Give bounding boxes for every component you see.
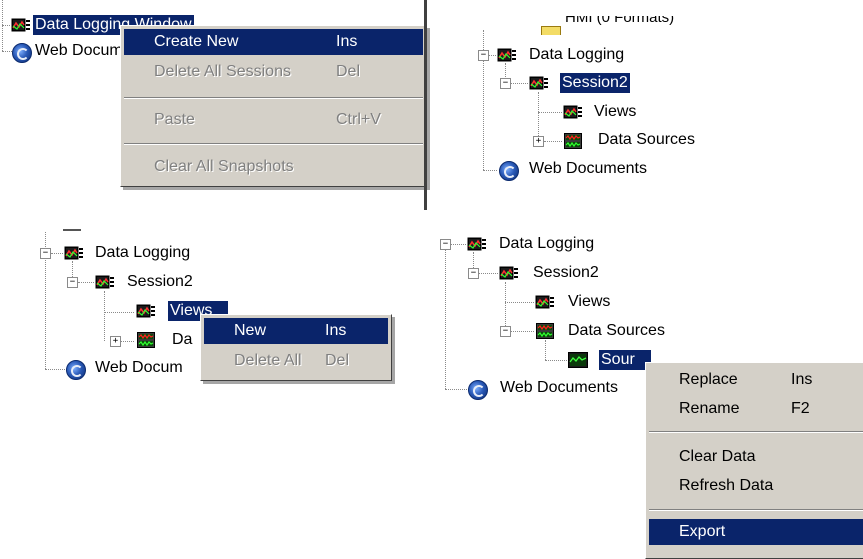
menu-item-create-new[interactable]: Create New Ins [124, 29, 423, 55]
collapse-icon[interactable]: − [468, 268, 479, 279]
menu-item-replace[interactable]: Replace Ins [649, 367, 863, 393]
tree-item-data-sources[interactable]: Da [170, 330, 194, 350]
data-logging-icon [64, 245, 84, 261]
globe-icon [499, 161, 519, 181]
collapse-icon[interactable]: − [478, 50, 489, 61]
data-logging-icon [529, 75, 549, 91]
menu-separator [649, 509, 863, 511]
folder-icon [541, 26, 561, 35]
collapse-icon[interactable]: − [440, 239, 451, 250]
menu-item-label: Replace [679, 371, 738, 388]
tree-item-web-documents[interactable]: Web Documents [498, 378, 620, 398]
tree-item-session2[interactable]: Session2 [560, 73, 630, 93]
menu-item-shortcut: Del [325, 352, 350, 369]
data-logging-icon [95, 274, 115, 290]
tree-item-session2[interactable]: Session2 [531, 263, 601, 283]
panel-divider [424, 0, 427, 210]
menu-item-clear-data[interactable]: Clear Data [649, 444, 863, 470]
tree-item-partial: HMI (0 Formats) [565, 16, 675, 26]
data-logging-icon [563, 104, 583, 120]
menu-item-paste[interactable]: Paste Ctrl+V [124, 107, 423, 133]
data-logging-icon [136, 303, 156, 319]
tree-item-session2[interactable]: Session2 [125, 272, 195, 292]
menu-item-export[interactable]: Export [649, 519, 863, 545]
menu-item-label: Refresh Data [679, 477, 774, 494]
menu-item-shortcut: Ctrl+V [336, 111, 381, 128]
menu-item-new[interactable]: New Ins [204, 318, 388, 344]
menu-separator [649, 431, 863, 433]
data-sources-icon [563, 133, 583, 149]
tree-item-views[interactable]: Views [566, 292, 612, 312]
collapse-icon[interactable]: − [67, 277, 78, 288]
menu-separator [124, 143, 423, 145]
menu-item-label: Rename [679, 400, 740, 417]
menu-item-shortcut: Ins [325, 322, 347, 339]
menu-item-label: Export [679, 523, 726, 540]
source-icon [568, 352, 588, 368]
menu-item-label: Create New [154, 33, 239, 50]
tree-item-data-logging[interactable]: Data Logging [93, 243, 192, 263]
menu-item-shortcut: Ins [791, 371, 813, 388]
tree-item-web-documents[interactable]: Web Docum [93, 358, 185, 378]
data-logging-icon [499, 265, 519, 281]
menu-item-label: Paste [154, 111, 195, 128]
menu-item-label: Clear Data [679, 448, 756, 465]
menu-item-shortcut: Ins [336, 33, 358, 50]
tree-item-data-logging[interactable]: Data Logging [527, 45, 626, 65]
context-menu: Replace Ins Rename F2 Clear Data Refresh… [645, 362, 863, 559]
tree-item-data-logging[interactable]: Data Logging [497, 234, 596, 254]
menu-item-shortcut: F2 [791, 400, 810, 417]
menu-item-clear-all-snapshots[interactable]: Clear All Snapshots [124, 154, 423, 180]
data-logging-icon [535, 294, 555, 310]
tree-item-data-sources[interactable]: Data Sources [596, 130, 697, 150]
globe-icon [468, 380, 488, 400]
menu-item-label: New [234, 322, 267, 339]
tree-item-source[interactable]: Sour [599, 350, 651, 370]
collapse-icon[interactable]: − [500, 78, 511, 89]
menu-item-delete-all-sessions[interactable]: Delete All Sessions Del [124, 59, 423, 85]
expand-icon[interactable]: + [533, 136, 544, 147]
tree-item-views[interactable]: Views [592, 102, 638, 122]
globe-icon [12, 43, 32, 63]
menu-item-shortcut: Del [336, 63, 361, 80]
menu-item-label: Delete All [234, 352, 302, 369]
menu-item-label: Clear All Snapshots [154, 158, 294, 175]
context-menu: Create New Ins Delete All Sessions Del P… [120, 25, 427, 187]
data-sources-icon [136, 332, 156, 348]
tree-item-data-sources[interactable]: Data Sources [566, 321, 667, 341]
menu-separator [124, 97, 423, 99]
data-sources-icon [535, 323, 555, 339]
tree-item-web-documents[interactable]: Web Documents [527, 159, 649, 179]
data-logging-icon [11, 17, 31, 33]
expand-icon[interactable]: + [110, 336, 121, 347]
menu-item-delete-all[interactable]: Delete All Del [204, 348, 388, 374]
collapse-icon[interactable]: − [40, 248, 51, 259]
collapse-icon[interactable]: − [500, 326, 511, 337]
menu-item-refresh-data[interactable]: Refresh Data [649, 473, 863, 499]
data-logging-icon [497, 47, 517, 63]
menu-item-rename[interactable]: Rename F2 [649, 396, 863, 422]
data-logging-icon [467, 236, 487, 252]
menu-item-label: Delete All Sessions [154, 63, 291, 80]
context-menu: New Ins Delete All Del [200, 314, 392, 381]
globe-icon [66, 360, 86, 380]
